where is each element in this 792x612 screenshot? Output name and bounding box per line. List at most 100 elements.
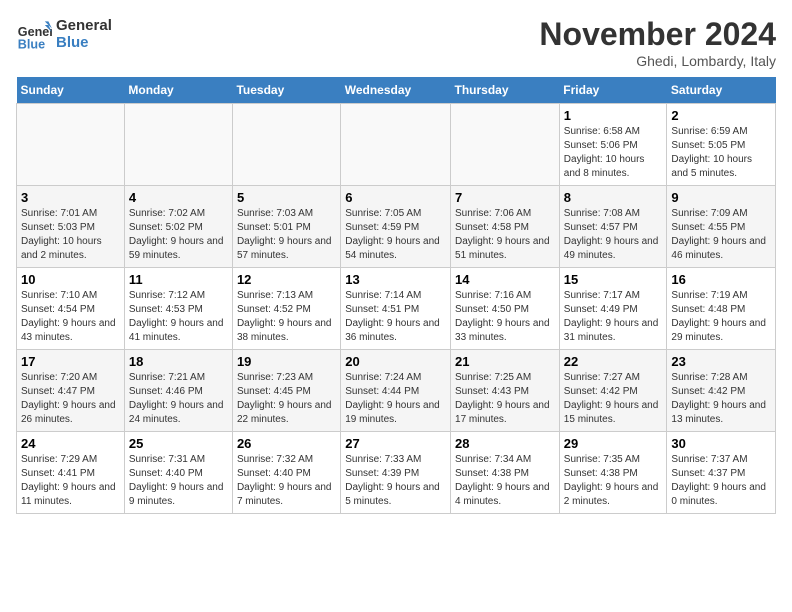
title-block: November 2024 Ghedi, Lombardy, Italy bbox=[539, 16, 776, 69]
calendar-cell: 8 Sunrise: 7:08 AM Sunset: 4:57 PM Daylig… bbox=[559, 186, 667, 268]
day-number: 13 bbox=[345, 272, 446, 287]
day-number: 16 bbox=[671, 272, 771, 287]
column-header-thursday: Thursday bbox=[451, 77, 560, 104]
calendar-cell: 27 Sunrise: 7:33 AM Sunset: 4:39 PM Dayli… bbox=[341, 432, 451, 514]
day-number: 19 bbox=[237, 354, 336, 369]
column-header-wednesday: Wednesday bbox=[341, 77, 451, 104]
day-number: 8 bbox=[564, 190, 663, 205]
calendar-cell: 9 Sunrise: 7:09 AM Sunset: 4:55 PM Daylig… bbox=[667, 186, 776, 268]
day-info: Sunrise: 7:33 AM Sunset: 4:39 PM Dayligh… bbox=[345, 453, 446, 509]
calendar-cell: 1 Sunrise: 6:58 AM Sunset: 5:06 PM Daylig… bbox=[559, 104, 667, 186]
day-info: Sunrise: 7:03 AM Sunset: 5:01 PM Dayligh… bbox=[237, 207, 336, 263]
day-info: Sunrise: 7:28 AM Sunset: 4:42 PM Dayligh… bbox=[671, 371, 771, 427]
calendar-cell: 7Sunrise: 7:06 AM Sunset: 4:58 PM Daylig… bbox=[451, 186, 560, 268]
day-info: Sunrise: 7:25 AM Sunset: 4:43 PM Dayligh… bbox=[455, 371, 555, 427]
calendar-week-4: 17 Sunrise: 7:20 AM Sunset: 4:47 PM Dayli… bbox=[17, 350, 776, 432]
calendar-cell: 17 Sunrise: 7:20 AM Sunset: 4:47 PM Dayli… bbox=[17, 350, 125, 432]
day-number: 14 bbox=[455, 272, 555, 287]
day-info: Sunrise: 7:23 AM Sunset: 4:45 PM Dayligh… bbox=[237, 371, 336, 427]
day-info: Sunrise: 7:21 AM Sunset: 4:46 PM Dayligh… bbox=[129, 371, 228, 427]
day-number: 7 bbox=[455, 190, 555, 205]
day-number: 3 bbox=[21, 190, 120, 205]
calendar-header-row: SundayMondayTuesdayWednesdayThursdayFrid… bbox=[17, 77, 776, 104]
day-info: Sunrise: 7:09 AM Sunset: 4:55 PM Dayligh… bbox=[671, 207, 771, 263]
calendar-cell: 29Sunrise: 7:35 AM Sunset: 4:38 PM Dayli… bbox=[559, 432, 667, 514]
calendar-week-1: 1 Sunrise: 6:58 AM Sunset: 5:06 PM Daylig… bbox=[17, 104, 776, 186]
day-info: Sunrise: 7:27 AM Sunset: 4:42 PM Dayligh… bbox=[564, 371, 663, 427]
day-info: Sunrise: 7:10 AM Sunset: 4:54 PM Dayligh… bbox=[21, 289, 120, 345]
location-subtitle: Ghedi, Lombardy, Italy bbox=[539, 53, 776, 69]
calendar-cell: 2 Sunrise: 6:59 AM Sunset: 5:05 PM Daylig… bbox=[667, 104, 776, 186]
calendar-cell: 16Sunrise: 7:19 AM Sunset: 4:48 PM Dayli… bbox=[667, 268, 776, 350]
calendar-cell: 25 Sunrise: 7:31 AM Sunset: 4:40 PM Dayli… bbox=[124, 432, 232, 514]
day-info: Sunrise: 7:08 AM Sunset: 4:57 PM Dayligh… bbox=[564, 207, 663, 263]
day-info: Sunrise: 6:59 AM Sunset: 5:05 PM Dayligh… bbox=[671, 125, 771, 181]
day-info: Sunrise: 7:01 AM Sunset: 5:03 PM Dayligh… bbox=[21, 207, 120, 263]
calendar-cell: 28 Sunrise: 7:34 AM Sunset: 4:38 PM Dayli… bbox=[451, 432, 560, 514]
calendar-cell: 13 Sunrise: 7:14 AM Sunset: 4:51 PM Dayli… bbox=[341, 268, 451, 350]
day-number: 10 bbox=[21, 272, 120, 287]
calendar-cell bbox=[451, 104, 560, 186]
day-number: 2 bbox=[671, 108, 771, 123]
day-number: 11 bbox=[129, 272, 228, 287]
day-info: Sunrise: 7:02 AM Sunset: 5:02 PM Dayligh… bbox=[129, 207, 228, 263]
day-number: 24 bbox=[21, 436, 120, 451]
day-number: 22 bbox=[564, 354, 663, 369]
day-info: Sunrise: 6:58 AM Sunset: 5:06 PM Dayligh… bbox=[564, 125, 663, 181]
column-header-sunday: Sunday bbox=[17, 77, 125, 104]
day-number: 12 bbox=[237, 272, 336, 287]
calendar-cell bbox=[341, 104, 451, 186]
day-number: 20 bbox=[345, 354, 446, 369]
calendar-week-5: 24 Sunrise: 7:29 AM Sunset: 4:41 PM Dayli… bbox=[17, 432, 776, 514]
calendar-cell: 23 Sunrise: 7:28 AM Sunset: 4:42 PM Dayli… bbox=[667, 350, 776, 432]
column-header-tuesday: Tuesday bbox=[232, 77, 340, 104]
day-info: Sunrise: 7:34 AM Sunset: 4:38 PM Dayligh… bbox=[455, 453, 555, 509]
calendar-cell: 3 Sunrise: 7:01 AM Sunset: 5:03 PM Daylig… bbox=[17, 186, 125, 268]
calendar-cell: 6Sunrise: 7:05 AM Sunset: 4:59 PM Daylig… bbox=[341, 186, 451, 268]
calendar-cell: 4 Sunrise: 7:02 AM Sunset: 5:02 PM Daylig… bbox=[124, 186, 232, 268]
calendar-cell: 10 Sunrise: 7:10 AM Sunset: 4:54 PM Dayli… bbox=[17, 268, 125, 350]
calendar-table: SundayMondayTuesdayWednesdayThursdayFrid… bbox=[16, 77, 776, 514]
calendar-cell bbox=[17, 104, 125, 186]
calendar-cell bbox=[232, 104, 340, 186]
day-number: 25 bbox=[129, 436, 228, 451]
calendar-cell: 20 Sunrise: 7:24 AM Sunset: 4:44 PM Dayli… bbox=[341, 350, 451, 432]
day-number: 30 bbox=[671, 436, 771, 451]
day-info: Sunrise: 7:37 AM Sunset: 4:37 PM Dayligh… bbox=[671, 453, 771, 509]
day-number: 1 bbox=[564, 108, 663, 123]
logo-line2: Blue bbox=[56, 34, 112, 51]
svg-text:Blue: Blue bbox=[18, 37, 45, 51]
day-info: Sunrise: 7:32 AM Sunset: 4:40 PM Dayligh… bbox=[237, 453, 336, 509]
day-info: Sunrise: 7:13 AM Sunset: 4:52 PM Dayligh… bbox=[237, 289, 336, 345]
day-info: Sunrise: 7:24 AM Sunset: 4:44 PM Dayligh… bbox=[345, 371, 446, 427]
day-number: 29 bbox=[564, 436, 663, 451]
day-info: Sunrise: 7:17 AM Sunset: 4:49 PM Dayligh… bbox=[564, 289, 663, 345]
calendar-cell: 19 Sunrise: 7:23 AM Sunset: 4:45 PM Dayli… bbox=[232, 350, 340, 432]
calendar-week-3: 10 Sunrise: 7:10 AM Sunset: 4:54 PM Dayli… bbox=[17, 268, 776, 350]
day-number: 26 bbox=[237, 436, 336, 451]
page-header: General Blue General Blue November 2024 … bbox=[16, 16, 776, 69]
calendar-body: 1 Sunrise: 6:58 AM Sunset: 5:06 PM Daylig… bbox=[17, 104, 776, 514]
day-info: Sunrise: 7:29 AM Sunset: 4:41 PM Dayligh… bbox=[21, 453, 120, 509]
day-number: 27 bbox=[345, 436, 446, 451]
column-header-monday: Monday bbox=[124, 77, 232, 104]
calendar-cell: 26 Sunrise: 7:32 AM Sunset: 4:40 PM Dayli… bbox=[232, 432, 340, 514]
calendar-cell: 24 Sunrise: 7:29 AM Sunset: 4:41 PM Dayli… bbox=[17, 432, 125, 514]
column-header-friday: Friday bbox=[559, 77, 667, 104]
calendar-week-2: 3 Sunrise: 7:01 AM Sunset: 5:03 PM Daylig… bbox=[17, 186, 776, 268]
month-title: November 2024 bbox=[539, 16, 776, 53]
day-number: 23 bbox=[671, 354, 771, 369]
calendar-cell: 18 Sunrise: 7:21 AM Sunset: 4:46 PM Dayli… bbox=[124, 350, 232, 432]
day-number: 15 bbox=[564, 272, 663, 287]
day-number: 5 bbox=[237, 190, 336, 205]
day-number: 17 bbox=[21, 354, 120, 369]
day-info: Sunrise: 7:14 AM Sunset: 4:51 PM Dayligh… bbox=[345, 289, 446, 345]
day-number: 4 bbox=[129, 190, 228, 205]
day-number: 28 bbox=[455, 436, 555, 451]
day-info: Sunrise: 7:20 AM Sunset: 4:47 PM Dayligh… bbox=[21, 371, 120, 427]
day-number: 18 bbox=[129, 354, 228, 369]
calendar-cell: 14 Sunrise: 7:16 AM Sunset: 4:50 PM Dayli… bbox=[451, 268, 560, 350]
day-info: Sunrise: 7:16 AM Sunset: 4:50 PM Dayligh… bbox=[455, 289, 555, 345]
day-info: Sunrise: 7:31 AM Sunset: 4:40 PM Dayligh… bbox=[129, 453, 228, 509]
day-number: 9 bbox=[671, 190, 771, 205]
